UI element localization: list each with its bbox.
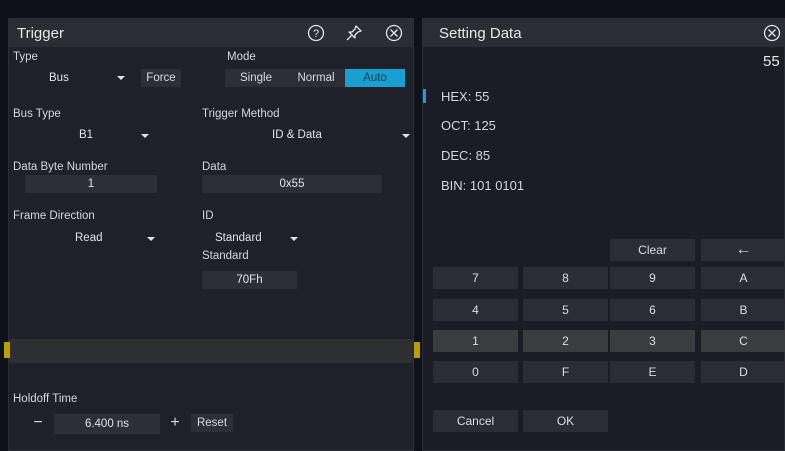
key-1[interactable]: 1 — [433, 330, 518, 352]
setting-data-title: Setting Data — [439, 25, 522, 42]
key-0[interactable]: 0 — [433, 361, 518, 383]
holdoff-reset-button[interactable]: Reset — [191, 414, 233, 432]
type-label: Type — [13, 51, 38, 63]
trigger-method-label: Trigger Method — [202, 108, 280, 120]
key-c[interactable]: C — [701, 330, 785, 352]
holdoff-time-field[interactable]: 6.400 ns — [54, 414, 160, 434]
oct-readout: OCT: 125 — [441, 118, 496, 133]
type-value: Bus — [49, 72, 69, 84]
id-value: Standard — [215, 232, 262, 244]
frame-direction-label: Frame Direction — [13, 210, 95, 222]
input-cursor — [423, 89, 426, 103]
force-button[interactable]: Force — [141, 69, 181, 87]
dec-readout: DEC: 85 — [441, 148, 491, 163]
backspace-button[interactable]: ← — [701, 239, 785, 261]
data-field[interactable]: 0x55 — [202, 175, 382, 193]
mode-normal-button[interactable]: Normal — [287, 69, 345, 87]
trigger-method-value: ID & Data — [272, 129, 322, 141]
key-6[interactable]: 6 — [610, 299, 695, 321]
pin-icon[interactable] — [345, 24, 363, 42]
bus-type-value: B1 — [79, 129, 94, 141]
trace-band — [9, 339, 413, 363]
key-4[interactable]: 4 — [433, 299, 518, 321]
close-icon[interactable] — [763, 24, 781, 42]
holdoff-time-label: Holdoff Time — [13, 393, 78, 405]
key-d[interactable]: D — [701, 361, 785, 383]
help-icon[interactable]: ? — [307, 24, 325, 42]
trace-marker-left — [4, 342, 10, 358]
mode-auto-button[interactable]: Auto — [345, 69, 405, 87]
key-7[interactable]: 7 — [433, 267, 518, 289]
trace-marker-right — [414, 342, 420, 358]
key-e[interactable]: E — [610, 361, 695, 383]
standard-label: Standard — [202, 250, 249, 262]
trigger-panel: Trigger ? Type Bus Force Mode Single Nor… — [8, 18, 414, 451]
holdoff-increment-button[interactable]: + — [163, 414, 187, 432]
ok-button[interactable]: OK — [523, 410, 608, 432]
mode-single-button[interactable]: Single — [225, 69, 287, 87]
data-byte-number-label: Data Byte Number — [13, 161, 108, 173]
chevron-down-icon — [402, 134, 410, 138]
trigger-method-select[interactable]: ID & Data — [202, 126, 412, 144]
bus-type-select[interactable]: B1 — [25, 126, 159, 144]
key-f[interactable]: F — [523, 361, 608, 383]
cancel-button[interactable]: Cancel — [433, 410, 518, 432]
clear-button[interactable]: Clear — [610, 239, 695, 261]
setting-data-panel: Setting Data 55 HEX: 55 OCT: 125 DEC: 85… — [422, 18, 785, 451]
id-select[interactable]: Standard — [202, 229, 302, 247]
svg-text:?: ? — [313, 28, 319, 40]
key-b[interactable]: B — [701, 299, 785, 321]
hex-readout: HEX: 55 — [441, 89, 490, 104]
key-9[interactable]: 9 — [610, 267, 695, 289]
id-label: ID — [202, 210, 214, 222]
display-value: 55 — [763, 53, 780, 70]
frame-direction-value: Read — [75, 232, 103, 244]
chevron-down-icon — [141, 134, 149, 138]
chevron-down-icon — [117, 76, 125, 80]
frame-direction-select[interactable]: Read — [25, 229, 159, 247]
data-byte-number-field[interactable]: 1 — [25, 175, 157, 193]
bus-type-label: Bus Type — [13, 108, 61, 120]
mode-label: Mode — [227, 51, 256, 63]
data-label: Data — [202, 161, 227, 173]
close-icon[interactable] — [385, 24, 403, 42]
chevron-down-icon — [290, 237, 298, 241]
setting-data-titlebar: Setting Data — [423, 19, 784, 47]
key-5[interactable]: 5 — [523, 299, 608, 321]
chevron-down-icon — [147, 237, 155, 241]
trigger-title: Trigger — [17, 25, 64, 42]
trigger-titlebar: Trigger ? — [9, 19, 413, 47]
bin-readout: BIN: 101 0101 — [441, 178, 525, 193]
key-8[interactable]: 8 — [523, 267, 608, 289]
key-a[interactable]: A — [701, 267, 785, 289]
key-2[interactable]: 2 — [523, 330, 608, 352]
holdoff-decrement-button[interactable]: − — [25, 414, 51, 432]
standard-field[interactable]: 70Fh — [202, 271, 297, 289]
type-select[interactable]: Bus — [25, 69, 137, 87]
key-3[interactable]: 3 — [610, 330, 695, 352]
